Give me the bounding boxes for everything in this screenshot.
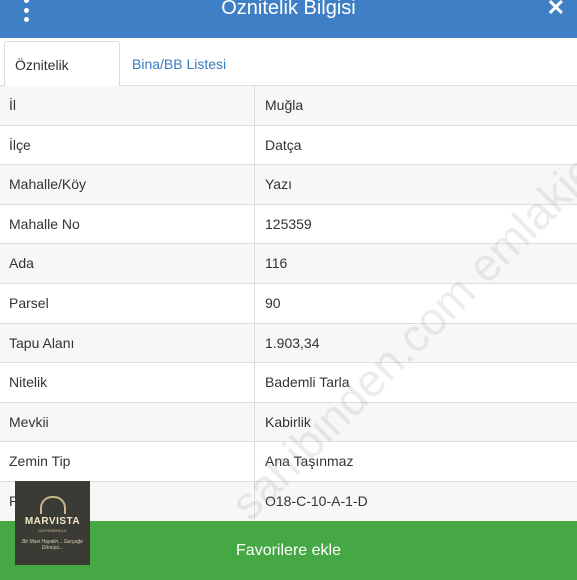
row-label: Ada bbox=[0, 244, 255, 283]
table-row: Zemin Tip Ana Taşınmaz bbox=[0, 442, 577, 482]
row-value: 125359 bbox=[265, 215, 312, 232]
row-value: Bademli Tarla bbox=[265, 374, 350, 391]
logo-arch-icon bbox=[39, 495, 66, 514]
table-row: Mahalle/Köy Yazı bbox=[0, 165, 577, 205]
table-row: Tapu Alanı 1.903,34 bbox=[0, 323, 577, 364]
tab-building-list[interactable]: Bina/BB Listesi bbox=[122, 41, 236, 87]
table-row: İlçe Datça bbox=[0, 125, 577, 166]
tab-attribute-info[interactable]: Öznitelik Bilgisi bbox=[4, 41, 120, 119]
row-value: O18-C-10-A-1-D bbox=[265, 492, 368, 509]
table-row: Nitelik Bademli Tarla bbox=[0, 363, 577, 403]
table-row: Mahalle No 125359 bbox=[0, 204, 577, 245]
row-label: Nitelik bbox=[0, 363, 255, 402]
row-label: Mahalle/Köy bbox=[0, 165, 255, 204]
row-label: İlçe bbox=[0, 125, 255, 165]
row-value: Muğla bbox=[265, 97, 304, 113]
dialog-header: Öznitelik Bilgisi ✕ bbox=[0, 0, 577, 38]
table-row: Parsel 90 bbox=[0, 283, 577, 324]
row-label: Parsel bbox=[0, 283, 255, 323]
close-icon[interactable]: ✕ bbox=[547, 0, 565, 22]
row-value: Yazı bbox=[265, 176, 292, 193]
dialog-title: Öznitelik Bilgisi bbox=[221, 0, 356, 19]
table-row: İl Muğla bbox=[0, 86, 577, 126]
row-label: Mahalle No bbox=[0, 204, 255, 244]
logo-name: MARVISTA bbox=[24, 515, 81, 527]
row-value: 1.903,34 bbox=[265, 334, 320, 351]
tab-bar: Öznitelik Bilgisi Bina/BB Listesi bbox=[0, 38, 577, 119]
row-label: Mevkii bbox=[0, 402, 255, 442]
row-value: Datça bbox=[265, 136, 302, 153]
row-label: İl bbox=[0, 86, 255, 125]
brand-logo: MARVISTA GAYRIMENKUL Bir Mavi Hayalin...… bbox=[15, 481, 90, 565]
row-value: Ana Taşınmaz bbox=[265, 453, 354, 470]
row-value: Kabirlik bbox=[265, 413, 311, 430]
logo-sub: GAYRIMENKUL bbox=[38, 527, 67, 533]
table-row: Mevkii Kabirlik bbox=[0, 402, 577, 443]
attribute-table: İl Muğla İlçe Datça Mahalle/Köy Yazı Mah… bbox=[0, 86, 577, 522]
logo-tagline: Bir Mavi Hayalin... Gerçeğe Dönüşü... bbox=[22, 538, 83, 551]
row-label: Tapu Alanı bbox=[0, 323, 255, 363]
table-row: Ada 116 bbox=[0, 244, 577, 284]
row-value: 116 bbox=[265, 255, 288, 272]
row-label: Zemin Tip bbox=[0, 442, 255, 481]
row-value: 90 bbox=[265, 294, 281, 311]
